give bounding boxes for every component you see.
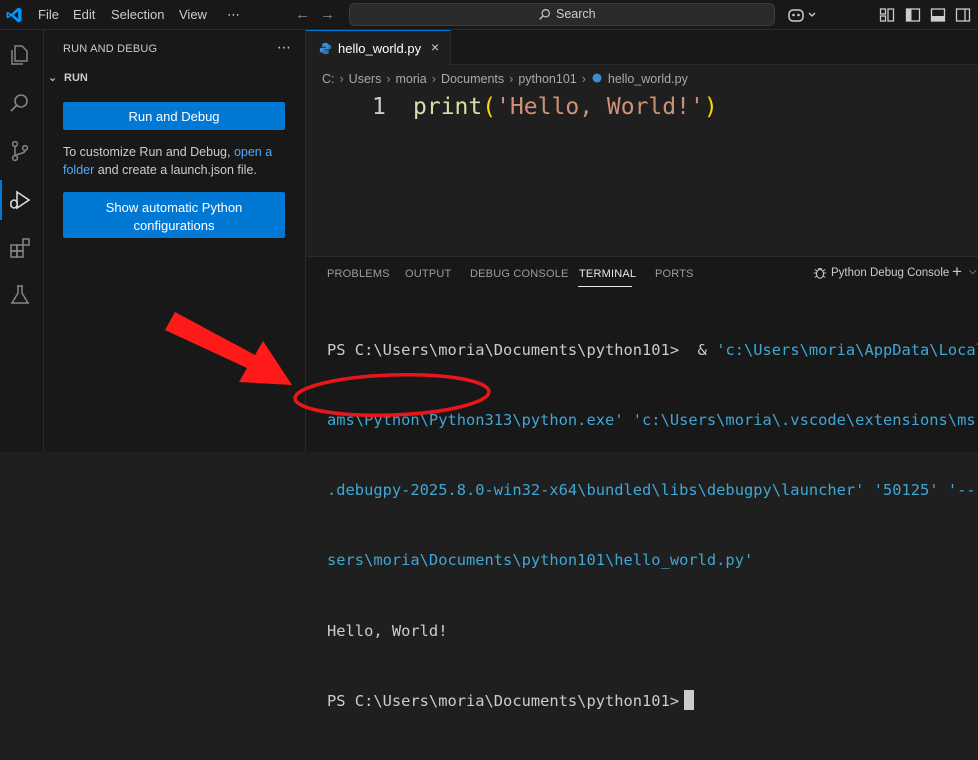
search-icon bbox=[539, 9, 550, 20]
toggle-panel-icon[interactable] bbox=[930, 7, 946, 23]
bottom-panel: PROBLEMS OUTPUT DEBUG CONSOLE TERMINAL P… bbox=[306, 256, 978, 710]
python-file-icon bbox=[319, 42, 332, 55]
line-number: 1 bbox=[372, 94, 386, 120]
terminal-line: sers\moria\Documents\python101\hello_wor… bbox=[327, 551, 754, 570]
python-config-line1: Show automatic Python bbox=[105, 199, 243, 215]
breadcrumb-item[interactable]: Documents bbox=[441, 72, 504, 86]
run-and-debug-icon[interactable] bbox=[8, 188, 32, 212]
code-line[interactable]: 1 print('Hello, World!') bbox=[306, 92, 978, 126]
toggle-secondary-sidebar-icon[interactable] bbox=[955, 7, 971, 23]
customize-layout-icon[interactable] bbox=[879, 7, 895, 23]
code-paren-open: ( bbox=[482, 94, 497, 120]
customize-suffix: and create a launch.json file. bbox=[94, 163, 257, 177]
activity-bar bbox=[0, 30, 44, 452]
chevron-right-icon: › bbox=[386, 72, 391, 86]
tab-terminal[interactable]: TERMINAL bbox=[579, 268, 636, 280]
tab-hello-world[interactable]: hello_world.py × bbox=[306, 30, 451, 65]
active-view-indicator bbox=[0, 180, 2, 220]
active-tab-underline bbox=[578, 286, 632, 287]
code-string: 'Hello, World!' bbox=[496, 94, 704, 120]
python-config-line2: configurations bbox=[133, 217, 215, 233]
chevron-right-icon: › bbox=[581, 72, 586, 86]
run-and-debug-sidebar: RUN AND DEBUG ⋯ ⌄ RUN Run and Debug To cu… bbox=[44, 30, 306, 452]
chevron-right-icon: › bbox=[431, 72, 436, 86]
breadcrumb-item[interactable]: Users bbox=[349, 72, 382, 86]
terminal-line: ams\Python\Python313\python.exe' 'c:\Use… bbox=[327, 411, 978, 430]
tab-debug-console[interactable]: DEBUG CONSOLE bbox=[470, 268, 569, 280]
terminal-amp: & bbox=[688, 340, 717, 359]
vscode-logo-icon[interactable] bbox=[5, 6, 23, 24]
chevron-right-icon: › bbox=[339, 72, 344, 86]
back-arrow-icon[interactable]: ← bbox=[295, 6, 310, 23]
explorer-icon[interactable] bbox=[8, 43, 32, 67]
sidebar-title: RUN AND DEBUG bbox=[63, 43, 158, 55]
terminal-prompt: PS C:\Users\moria\Documents\python101> bbox=[327, 691, 680, 710]
run-section-label: RUN bbox=[64, 72, 88, 84]
command-center-search[interactable]: Search bbox=[349, 3, 775, 26]
source-control-icon[interactable] bbox=[8, 139, 32, 163]
show-python-configurations-button[interactable]: Show automatic Python configurations bbox=[63, 192, 285, 238]
terminal-line: .debugpy-2025.8.0-win32-x64\bundled\libs… bbox=[327, 481, 978, 500]
breadcrumb-item[interactable]: hello_world.py bbox=[608, 72, 688, 86]
breadcrumb-item[interactable]: C: bbox=[322, 72, 335, 86]
menu-edit[interactable]: Edit bbox=[73, 0, 95, 30]
new-terminal-plus-icon[interactable]: + bbox=[952, 262, 962, 282]
breadcrumb-item[interactable]: python101 bbox=[518, 72, 576, 86]
terminal-line: PS C:\Users\moria\Documents\python101> bbox=[327, 689, 978, 713]
tab-output[interactable]: OUTPUT bbox=[405, 268, 451, 280]
menu-view[interactable]: View bbox=[179, 0, 207, 30]
tab-problems[interactable]: PROBLEMS bbox=[327, 268, 390, 280]
breadcrumb: C: › Users › moria › Documents › python101 › hello… bbox=[322, 72, 688, 86]
debug-bug-icon bbox=[813, 268, 827, 279]
code-paren-close: ) bbox=[703, 94, 718, 120]
program-output: Hello, World! bbox=[327, 621, 448, 640]
title-bar: File Edit Selection View ⋯ ← → Search bbox=[0, 0, 978, 30]
sidebar-more-actions[interactable]: ⋯ bbox=[277, 39, 291, 56]
search-sidebar-icon[interactable] bbox=[8, 91, 32, 115]
breadcrumb-item[interactable]: moria bbox=[396, 72, 427, 86]
customize-prefix: To customize Run and Debug, bbox=[63, 145, 234, 159]
toggle-primary-sidebar-icon[interactable] bbox=[905, 7, 921, 23]
menu-more[interactable]: ⋯ bbox=[227, 0, 240, 30]
terminal-instance-label[interactable]: Python Debug Console bbox=[831, 267, 949, 279]
tab-ports[interactable]: PORTS bbox=[655, 268, 694, 280]
chevron-down-icon: ⌄ bbox=[48, 72, 58, 84]
extensions-icon[interactable] bbox=[8, 236, 32, 260]
testing-flask-icon[interactable] bbox=[8, 283, 32, 307]
editor-tabs: hello_world.py × bbox=[306, 30, 978, 65]
code-text[interactable]: print('Hello, World!') bbox=[413, 94, 718, 120]
run-section-header[interactable]: ⌄ RUN bbox=[48, 71, 88, 84]
code-function: print bbox=[413, 94, 483, 120]
terminal-prompt: PS C:\Users\moria\Documents\python101> bbox=[327, 340, 689, 359]
terminal-line: PS C:\Users\moria\Documents\python101> &… bbox=[327, 339, 978, 362]
search-label: Search bbox=[556, 7, 596, 21]
tab-label: hello_world.py bbox=[338, 41, 422, 56]
menu-selection[interactable]: Selection bbox=[111, 0, 164, 30]
terminal-output[interactable]: PS C:\Users\moria\Documents\python101> &… bbox=[327, 292, 978, 760]
editor-area: hello_world.py × C: › Users › moria › Document… bbox=[306, 30, 978, 256]
copilot-icon[interactable] bbox=[788, 7, 818, 23]
python-file-icon bbox=[592, 73, 602, 83]
terminal-path: 'c:\Users\moria\AppData\Local\Progr bbox=[716, 340, 978, 359]
terminal-cursor bbox=[684, 689, 695, 710]
chevron-down-icon[interactable]: ⌵ bbox=[969, 266, 977, 277]
menu-file[interactable]: File bbox=[38, 0, 59, 30]
close-icon[interactable]: × bbox=[431, 39, 439, 55]
forward-arrow-icon[interactable]: → bbox=[320, 6, 335, 23]
run-and-debug-button[interactable]: Run and Debug bbox=[63, 102, 285, 130]
customize-hint: To customize Run and Debug, open a folde… bbox=[63, 143, 293, 179]
chevron-right-icon: › bbox=[509, 72, 514, 86]
